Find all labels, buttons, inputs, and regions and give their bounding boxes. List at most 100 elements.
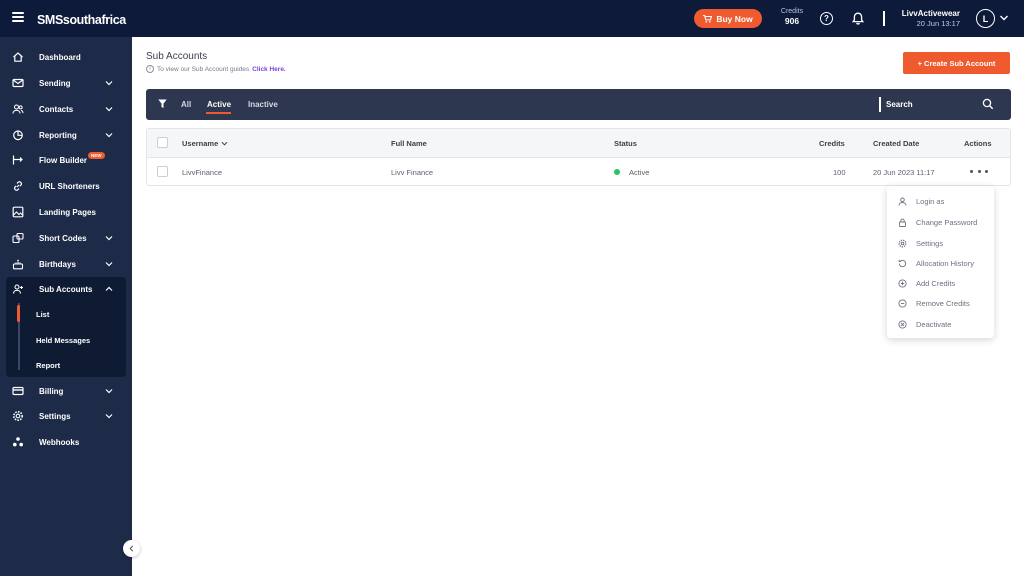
menu-item-label: Allocation History xyxy=(916,259,974,268)
sidebar-item-contacts[interactable]: Contacts xyxy=(6,98,126,120)
sidebar-subitem-list[interactable]: List xyxy=(36,310,49,319)
chevron-down-icon xyxy=(105,236,113,241)
chevron-down-icon xyxy=(105,107,113,112)
sidebar-item-billing[interactable]: Billing xyxy=(6,380,126,402)
buy-now-label: Buy Now xyxy=(716,13,753,24)
sidebar-item-label: Landing Pages xyxy=(39,207,96,217)
search-input[interactable] xyxy=(886,97,976,112)
home-icon xyxy=(13,52,23,62)
active-indicator xyxy=(17,305,20,322)
column-status: Status xyxy=(614,139,637,148)
credits-display: Credits 906 xyxy=(775,8,809,26)
row-checkbox[interactable] xyxy=(157,166,168,177)
sidebar-item-webhooks[interactable]: Webhooks xyxy=(6,431,126,453)
bell-icon[interactable] xyxy=(852,12,864,25)
cell-created-date: 20 Jun 2023 11:17 xyxy=(873,168,935,177)
menu-item-login-as[interactable]: Login as xyxy=(887,192,994,210)
menu-icon[interactable] xyxy=(12,12,24,22)
webhook-icon xyxy=(13,437,23,447)
table-header: Username Full Name Status Credits Create… xyxy=(147,129,1010,158)
column-username[interactable]: Username xyxy=(182,139,228,148)
chevron-down-icon xyxy=(105,262,113,267)
logo[interactable]: SMSsouthafrica xyxy=(37,13,126,27)
short-code-icon xyxy=(12,232,24,244)
tab-active[interactable]: Active xyxy=(207,100,231,109)
sidebar-item-sending[interactable]: Sending xyxy=(6,72,126,94)
gear-icon xyxy=(13,411,23,421)
image-icon xyxy=(12,206,24,218)
cell-credits: 100 xyxy=(833,168,846,177)
cell-full-name: Livv Finance xyxy=(391,168,434,177)
buy-now-button[interactable]: Buy Now xyxy=(694,9,762,28)
page-title: Sub Accounts xyxy=(146,51,208,62)
sidebar-subitem-held-messages[interactable]: Held Messages xyxy=(36,336,90,345)
chevron-down-icon xyxy=(105,389,113,394)
menu-item-add-credits[interactable]: Add Credits xyxy=(887,274,994,292)
gear-icon xyxy=(898,239,907,248)
sidebar-item-landing-pages[interactable]: Landing Pages xyxy=(6,201,126,223)
tab-inactive[interactable]: Inactive xyxy=(248,100,278,109)
sidebar-item-settings[interactable]: Settings xyxy=(6,405,126,427)
guide-note: i To view our Sub Account guides Click H… xyxy=(146,65,286,73)
help-icon[interactable]: ? xyxy=(820,12,833,25)
menu-item-label: Login as xyxy=(916,197,945,206)
account-date: 20 Jun 13:17 xyxy=(916,19,960,28)
sidebar-item-label: Sending xyxy=(39,78,71,88)
sidebar-subitem-report[interactable]: Report xyxy=(36,361,60,370)
menu-item-label: Add Credits xyxy=(916,279,956,288)
top-bar: SMSsouthafrica Buy Now Credits 906 ? Liv… xyxy=(0,0,1024,37)
credits-value: 906 xyxy=(784,16,800,26)
account-info[interactable]: LivvActivewear 20 Jun 13:17 xyxy=(894,9,960,28)
sidebar-item-url-shorteners[interactable]: URL Shorteners xyxy=(6,175,126,197)
tab-all[interactable]: All xyxy=(181,100,191,109)
cell-username: LivvFinance xyxy=(182,168,223,177)
menu-item-remove-credits[interactable]: Remove Credits xyxy=(887,294,994,312)
column-credits: Credits xyxy=(819,139,845,148)
lock-icon xyxy=(899,218,906,227)
cake-icon xyxy=(12,259,24,270)
search-icon[interactable] xyxy=(982,98,994,110)
sidebar-item-label: Reporting xyxy=(39,130,77,140)
filter-bar: All Active Inactive xyxy=(146,89,1011,120)
menu-item-change-password[interactable]: Change Password xyxy=(887,213,994,231)
envelope-icon xyxy=(12,78,24,88)
menu-item-deactivate[interactable]: Deactivate xyxy=(887,315,994,333)
sidebar-item-label: Dashboard xyxy=(39,52,81,62)
close-circle-icon xyxy=(898,320,907,329)
sidebar-item-label: Webhooks xyxy=(39,437,80,447)
sidebar-item-birthdays[interactable]: Birthdays xyxy=(6,253,126,275)
chevron-left-icon xyxy=(129,545,134,552)
sidebar-item-label: Billing xyxy=(39,386,64,396)
menu-item-allocation-history[interactable]: Allocation History xyxy=(887,254,994,272)
search-divider xyxy=(879,97,881,112)
more-actions-button[interactable] xyxy=(970,166,988,176)
menu-item-settings[interactable]: Settings xyxy=(887,234,994,252)
sidebar-item-dashboard[interactable]: Dashboard xyxy=(6,46,126,68)
create-sub-account-button[interactable]: + Create Sub Account xyxy=(903,52,1010,74)
header-divider xyxy=(883,11,885,26)
chevron-down-icon xyxy=(105,414,113,419)
select-all-checkbox[interactable] xyxy=(157,137,168,148)
collapse-sidebar-button[interactable] xyxy=(123,540,140,557)
sidebar-item-flow-builder[interactable]: Flow Builder NEW xyxy=(6,149,126,171)
active-tab-underline xyxy=(206,112,231,114)
minus-circle-icon xyxy=(898,299,907,308)
cart-icon xyxy=(703,14,713,23)
avatar[interactable]: L xyxy=(976,9,995,28)
user-add-icon xyxy=(12,284,23,294)
menu-item-label: Settings xyxy=(916,239,944,248)
guide-link[interactable]: Click Here. xyxy=(252,66,286,73)
info-icon: i xyxy=(146,65,154,73)
sidebar-item-label: URL Shorteners xyxy=(39,181,100,191)
sidebar-item-short-codes[interactable]: Short Codes xyxy=(6,227,126,249)
flow-icon xyxy=(12,155,23,165)
sidebar-item-sub-accounts[interactable]: Sub Accounts xyxy=(6,278,126,300)
chevron-down-icon xyxy=(105,133,113,138)
actions-menu: Login as Change Password Settings Alloca… xyxy=(887,186,994,338)
chevron-down-icon[interactable] xyxy=(999,13,1009,23)
chevron-up-icon xyxy=(105,286,113,291)
guide-text: To view our Sub Account guides xyxy=(157,65,250,73)
sidebar-item-reporting[interactable]: Reporting xyxy=(6,124,126,146)
filter-icon[interactable] xyxy=(158,99,167,109)
new-badge: NEW xyxy=(88,152,105,159)
